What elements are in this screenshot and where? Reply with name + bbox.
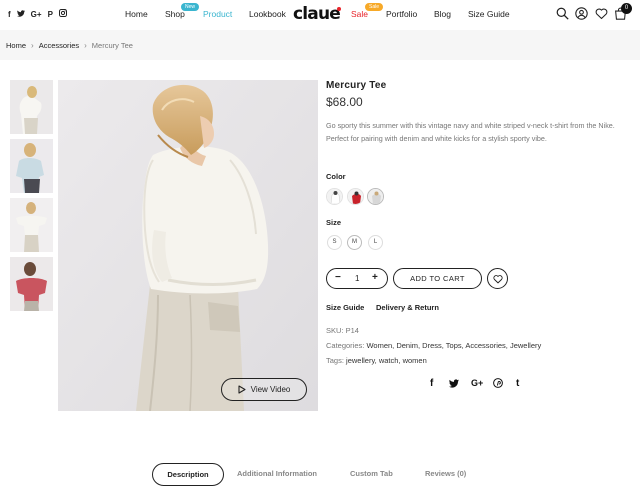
pinterest-icon[interactable]: P xyxy=(48,10,53,20)
categories-links[interactable]: Women, Denim, Dress, Tops, Accessories, … xyxy=(366,341,541,350)
search-icon[interactable] xyxy=(556,7,570,21)
color-swatch-red[interactable] xyxy=(347,188,364,205)
tags-row: Tags: jewellery, watch, women xyxy=(326,356,427,365)
google-plus-icon[interactable]: G+ xyxy=(471,378,483,388)
facebook-icon[interactable]: f xyxy=(8,10,11,20)
thumbnail-2[interactable] xyxy=(10,139,53,193)
color-swatch-light-grey[interactable] xyxy=(367,188,384,205)
nav-shop[interactable]: Shop xyxy=(165,9,185,19)
quantity-stepper: − 1 + xyxy=(326,268,388,289)
breadcrumb-accessories[interactable]: Accessories xyxy=(39,41,79,50)
color-swatch-white[interactable] xyxy=(326,188,343,205)
social-links: f G+ P xyxy=(8,9,67,20)
size-option-m[interactable]: M xyxy=(347,235,362,250)
breadcrumb: Home › Accessories › Mercury Tee xyxy=(6,41,133,50)
nav-home[interactable]: Home xyxy=(125,9,148,19)
twitter-icon[interactable] xyxy=(449,379,459,391)
quantity-value[interactable]: 1 xyxy=(355,274,359,283)
product-price: $68.00 xyxy=(326,95,363,109)
tumblr-icon[interactable]: t xyxy=(516,378,519,389)
heart-icon xyxy=(492,274,503,283)
chevron-right-icon: › xyxy=(31,41,34,50)
instagram-icon[interactable] xyxy=(58,9,67,20)
wishlist-button[interactable] xyxy=(487,268,508,289)
minus-icon[interactable]: − xyxy=(335,272,341,283)
color-label: Color xyxy=(326,172,346,181)
site-logo[interactable]: claue xyxy=(293,4,341,24)
view-video-label: View Video xyxy=(250,385,291,394)
nav-product[interactable]: Product xyxy=(203,9,232,19)
thumbnail-3[interactable] xyxy=(10,198,53,252)
delivery-return-link[interactable]: Delivery & Return xyxy=(376,303,439,312)
breadcrumb-current: Mercury Tee xyxy=(91,41,133,50)
facebook-icon[interactable]: f xyxy=(430,378,433,389)
play-icon xyxy=(238,385,246,394)
cart-count-badge: 0 xyxy=(621,3,632,14)
view-video-button[interactable]: View Video xyxy=(221,378,307,401)
sku-row: SKU: P14 xyxy=(326,326,359,335)
add-to-cart-button[interactable]: ADD TO CART xyxy=(393,268,482,289)
logo-dot xyxy=(337,7,341,11)
sku-value: P14 xyxy=(345,326,359,335)
site-header: f G+ P Home Shop New Product Lookbook Sa… xyxy=(0,0,640,30)
categories-row: Categories: Women, Denim, Dress, Tops, A… xyxy=(326,341,541,350)
nav-size-guide[interactable]: Size Guide xyxy=(468,9,510,19)
product-title: Mercury Tee xyxy=(326,80,387,91)
categories-label: Categories: xyxy=(326,341,365,350)
tags-label: Tags: xyxy=(326,356,344,365)
new-badge: New xyxy=(181,3,200,11)
size-guide-link[interactable]: Size Guide xyxy=(326,303,364,312)
nav-lookbook[interactable]: Lookbook xyxy=(249,9,286,19)
breadcrumb-bar: Home › Accessories › Mercury Tee xyxy=(0,30,640,60)
google-plus-icon[interactable]: G+ xyxy=(31,10,42,20)
size-option-s[interactable]: S xyxy=(327,235,342,250)
product-main-image[interactable]: View Video xyxy=(58,80,318,411)
size-option-l[interactable]: L xyxy=(368,235,383,250)
twitter-icon[interactable] xyxy=(16,9,25,20)
breadcrumb-home[interactable]: Home xyxy=(6,41,26,50)
sku-label: SKU: xyxy=(326,326,344,335)
plus-icon[interactable]: + xyxy=(372,272,378,283)
tab-description[interactable]: Description xyxy=(152,463,224,486)
product-description: Go sporty this summer with this vintage … xyxy=(326,121,615,143)
tab-reviews[interactable]: Reviews (0) xyxy=(425,469,466,478)
thumbnail-1[interactable] xyxy=(10,80,53,134)
chevron-right-icon: › xyxy=(84,41,87,50)
nav-sale[interactable]: Sale xyxy=(351,9,368,19)
tags-links[interactable]: jewellery, watch, women xyxy=(346,356,427,365)
sale-badge: Sale xyxy=(365,3,384,11)
tab-additional-information[interactable]: Additional Information xyxy=(237,469,317,478)
pinterest-icon[interactable] xyxy=(493,378,503,391)
tab-custom-tab[interactable]: Custom Tab xyxy=(350,469,393,478)
nav-portfolio[interactable]: Portfolio xyxy=(386,9,417,19)
nav-blog[interactable]: Blog xyxy=(434,9,451,19)
thumbnail-4[interactable] xyxy=(10,257,53,311)
heart-icon[interactable] xyxy=(595,7,609,21)
user-icon[interactable] xyxy=(575,7,589,21)
size-label: Size xyxy=(326,218,342,227)
